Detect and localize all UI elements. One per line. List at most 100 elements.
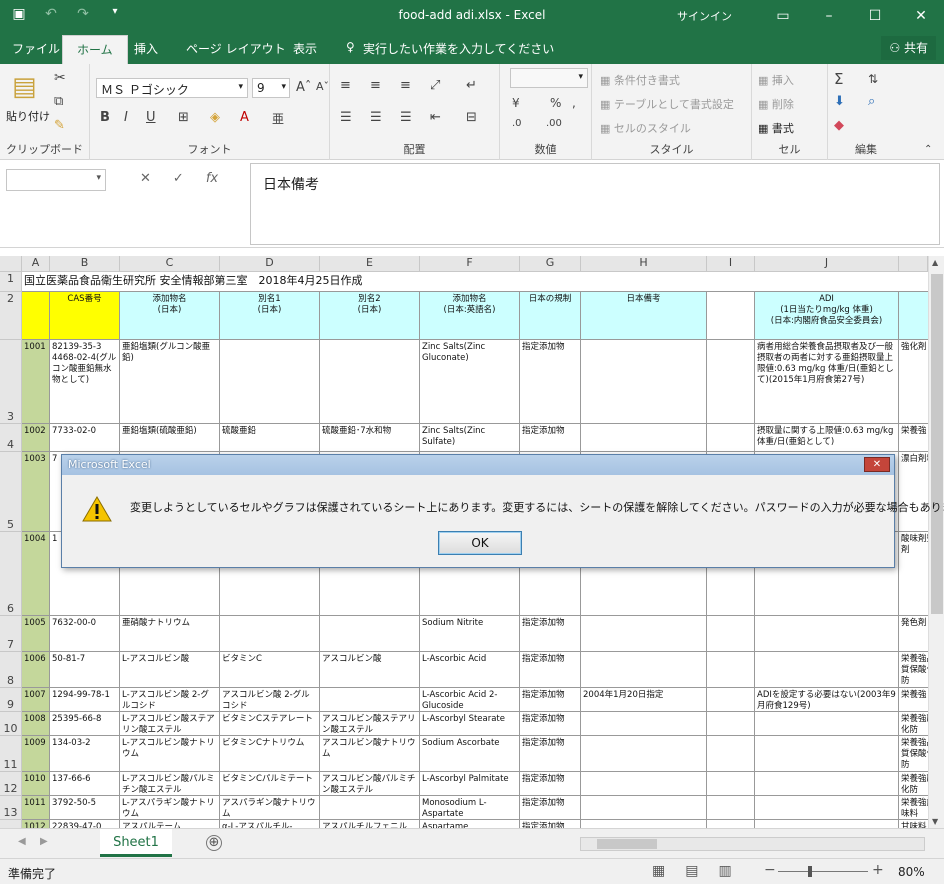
grid-cell[interactable]: Sodium Ascorbate bbox=[420, 736, 520, 772]
row-header[interactable]: 8 bbox=[0, 652, 22, 688]
grid-cell[interactable] bbox=[707, 616, 755, 652]
grid-cell[interactable]: L-アスコルビン酸パルミチン酸エステル bbox=[120, 772, 220, 796]
paste-icon[interactable]: ▤ bbox=[12, 72, 37, 102]
tab-home[interactable]: ホーム bbox=[62, 35, 128, 64]
grid-cell[interactable]: L-アスコルビン酸 2-グルコシド bbox=[120, 688, 220, 712]
comma-icon[interactable]: , bbox=[572, 96, 576, 110]
grid-cell[interactable]: 漂白剤料 bbox=[899, 452, 928, 532]
grid-cell[interactable]: Zinc Salts(Zinc Gluconate) bbox=[420, 340, 520, 424]
zoom-slider-track[interactable] bbox=[778, 871, 868, 872]
grid-cell[interactable]: 2004年1月20日指定 bbox=[581, 688, 707, 712]
grid-cell[interactable] bbox=[320, 796, 420, 820]
merge-icon[interactable]: ⊟ bbox=[466, 110, 477, 125]
collapse-ribbon-icon[interactable]: ⌃ bbox=[924, 144, 932, 155]
grow-font-icon[interactable]: Aˆ bbox=[296, 80, 311, 95]
header-cell[interactable] bbox=[899, 292, 928, 340]
column-header[interactable]: C bbox=[120, 256, 220, 272]
close-icon[interactable]: ✕ bbox=[898, 8, 944, 24]
zoom-in-button[interactable]: + bbox=[872, 862, 884, 878]
column-header[interactable]: D bbox=[220, 256, 320, 272]
grid-cell[interactable]: Sodium Nitrite bbox=[420, 616, 520, 652]
grid-cell[interactable]: 指定添加物 bbox=[520, 340, 581, 424]
grid-cell[interactable]: 指定添加物 bbox=[520, 688, 581, 712]
zoom-slider-knob[interactable] bbox=[808, 866, 812, 877]
ok-button[interactable]: OK bbox=[438, 531, 522, 555]
underline-button[interactable]: U bbox=[146, 110, 156, 125]
tell-me-input[interactable]: 実行したい作業を入力してください bbox=[363, 40, 554, 57]
grid-cell[interactable] bbox=[320, 340, 420, 424]
page-break-view-icon[interactable]: ▥ bbox=[718, 863, 731, 879]
row-header[interactable]: 2 bbox=[0, 292, 22, 340]
grid-cell[interactable] bbox=[581, 736, 707, 772]
grid-cell[interactable] bbox=[755, 652, 899, 688]
zoom-out-button[interactable]: − bbox=[764, 862, 776, 878]
grid-cell[interactable] bbox=[320, 616, 420, 652]
grid-cell[interactable]: 3792-50-5 bbox=[50, 796, 120, 820]
horizontal-scrollbar[interactable] bbox=[580, 837, 925, 851]
grid-cell[interactable]: 栄養強 bbox=[899, 688, 928, 712]
grid-cell[interactable]: 亜鉛塩類(硫酸亜鉛) bbox=[120, 424, 220, 452]
grid-cell[interactable]: 甘味料 bbox=[899, 820, 928, 828]
grid-cell[interactable]: ビタミンCパルミテート bbox=[220, 772, 320, 796]
grid-cell[interactable] bbox=[707, 652, 755, 688]
cut-icon[interactable]: ✂ bbox=[54, 70, 66, 86]
grid-cell[interactable] bbox=[707, 820, 755, 828]
grid-cell[interactable]: 栄養強調味料 bbox=[899, 796, 928, 820]
formula-input[interactable]: 日本備考 bbox=[250, 163, 940, 245]
column-header[interactable]: I bbox=[707, 256, 755, 272]
title-cell[interactable]: 国立医薬品食品衛生研究所 安全情報部第三室 2018年4月25日作成 bbox=[22, 272, 928, 292]
column-header[interactable]: G bbox=[520, 256, 581, 272]
grid-cell[interactable]: 1005 bbox=[22, 616, 50, 652]
grid-cell[interactable]: 硫酸亜鉛 bbox=[220, 424, 320, 452]
dialog-close-button[interactable]: ✕ bbox=[864, 457, 890, 472]
row-header[interactable]: 13 bbox=[0, 796, 22, 820]
grid-cell[interactable]: 7632-00-0 bbox=[50, 616, 120, 652]
row-header[interactable]: 4 bbox=[0, 424, 22, 452]
grid-cell[interactable]: α-L-アスパルチル- bbox=[220, 820, 320, 828]
grid-cell[interactable]: L-アスパラギン酸ナトリウム bbox=[120, 796, 220, 820]
grid-cell[interactable]: 1001 bbox=[22, 340, 50, 424]
grid-cell[interactable]: 指定添加物 bbox=[520, 712, 581, 736]
fill-icon[interactable]: ⬇ bbox=[834, 94, 845, 109]
autosum-icon[interactable]: Σ bbox=[834, 70, 843, 88]
grid-cell[interactable]: Zinc Salts(Zinc Sulfate) bbox=[420, 424, 520, 452]
grid-cell[interactable]: 指定添加物 bbox=[520, 652, 581, 688]
signin-link[interactable]: サインイン bbox=[677, 8, 732, 24]
number-format-select[interactable]: ▾ bbox=[510, 68, 588, 88]
grid-cell[interactable] bbox=[707, 736, 755, 772]
grid-cell[interactable] bbox=[755, 736, 899, 772]
grid-cell[interactable] bbox=[581, 424, 707, 452]
grid-cell[interactable]: 指定添加物 bbox=[520, 616, 581, 652]
align-center-icon[interactable]: ☰ bbox=[370, 110, 382, 125]
grid-cell[interactable] bbox=[755, 712, 899, 736]
header-cell[interactable]: 添加物名 (日本) bbox=[120, 292, 220, 340]
name-box[interactable]: ▾ bbox=[6, 169, 106, 191]
grid-cell[interactable]: アスコルビン酸 2-グルコシド bbox=[220, 688, 320, 712]
sheet-nav-left-icon[interactable]: ◀ bbox=[18, 836, 26, 847]
grid-cell[interactable] bbox=[581, 340, 707, 424]
grid-cell[interactable]: 指定添加物 bbox=[520, 736, 581, 772]
grid-cell[interactable]: 82139-35-3 4468-02-4(グルコン酸亜鉛無水物として) bbox=[50, 340, 120, 424]
grid-cell[interactable] bbox=[320, 688, 420, 712]
grid-cell[interactable]: L-アスコルビン酸ステアリン酸エステル bbox=[120, 712, 220, 736]
font-size-select[interactable]: 9 ▾ bbox=[252, 78, 290, 98]
grid-cell[interactable] bbox=[581, 712, 707, 736]
grid-cell[interactable]: 亜鉛塩類(グルコン酸亜鉛) bbox=[120, 340, 220, 424]
add-sheet-icon[interactable]: ⊕ bbox=[206, 835, 222, 851]
sheet-nav-right-icon[interactable]: ▶ bbox=[40, 836, 48, 847]
grid-cell[interactable]: 硫酸亜鉛･7水和物 bbox=[320, 424, 420, 452]
grid-cell[interactable] bbox=[707, 796, 755, 820]
grid-cell[interactable]: 1004 bbox=[22, 532, 50, 616]
row-header[interactable]: 5 bbox=[0, 452, 22, 532]
share-button[interactable]: ⚇ 共有 bbox=[881, 36, 936, 60]
header-cell[interactable]: 日本備考 bbox=[581, 292, 707, 340]
clear-icon[interactable]: ◆ bbox=[834, 118, 844, 133]
header-cell[interactable]: 別名2 (日本) bbox=[320, 292, 420, 340]
grid-cell[interactable]: ビタミンCステアレート bbox=[220, 712, 320, 736]
header-cell[interactable] bbox=[707, 292, 755, 340]
grid-cell[interactable]: 137-66-6 bbox=[50, 772, 120, 796]
row-header[interactable]: 10 bbox=[0, 712, 22, 736]
column-header[interactable] bbox=[899, 256, 928, 272]
grid-cell[interactable]: 栄養強品質保酸化防 bbox=[899, 736, 928, 772]
grid-cell[interactable] bbox=[581, 772, 707, 796]
